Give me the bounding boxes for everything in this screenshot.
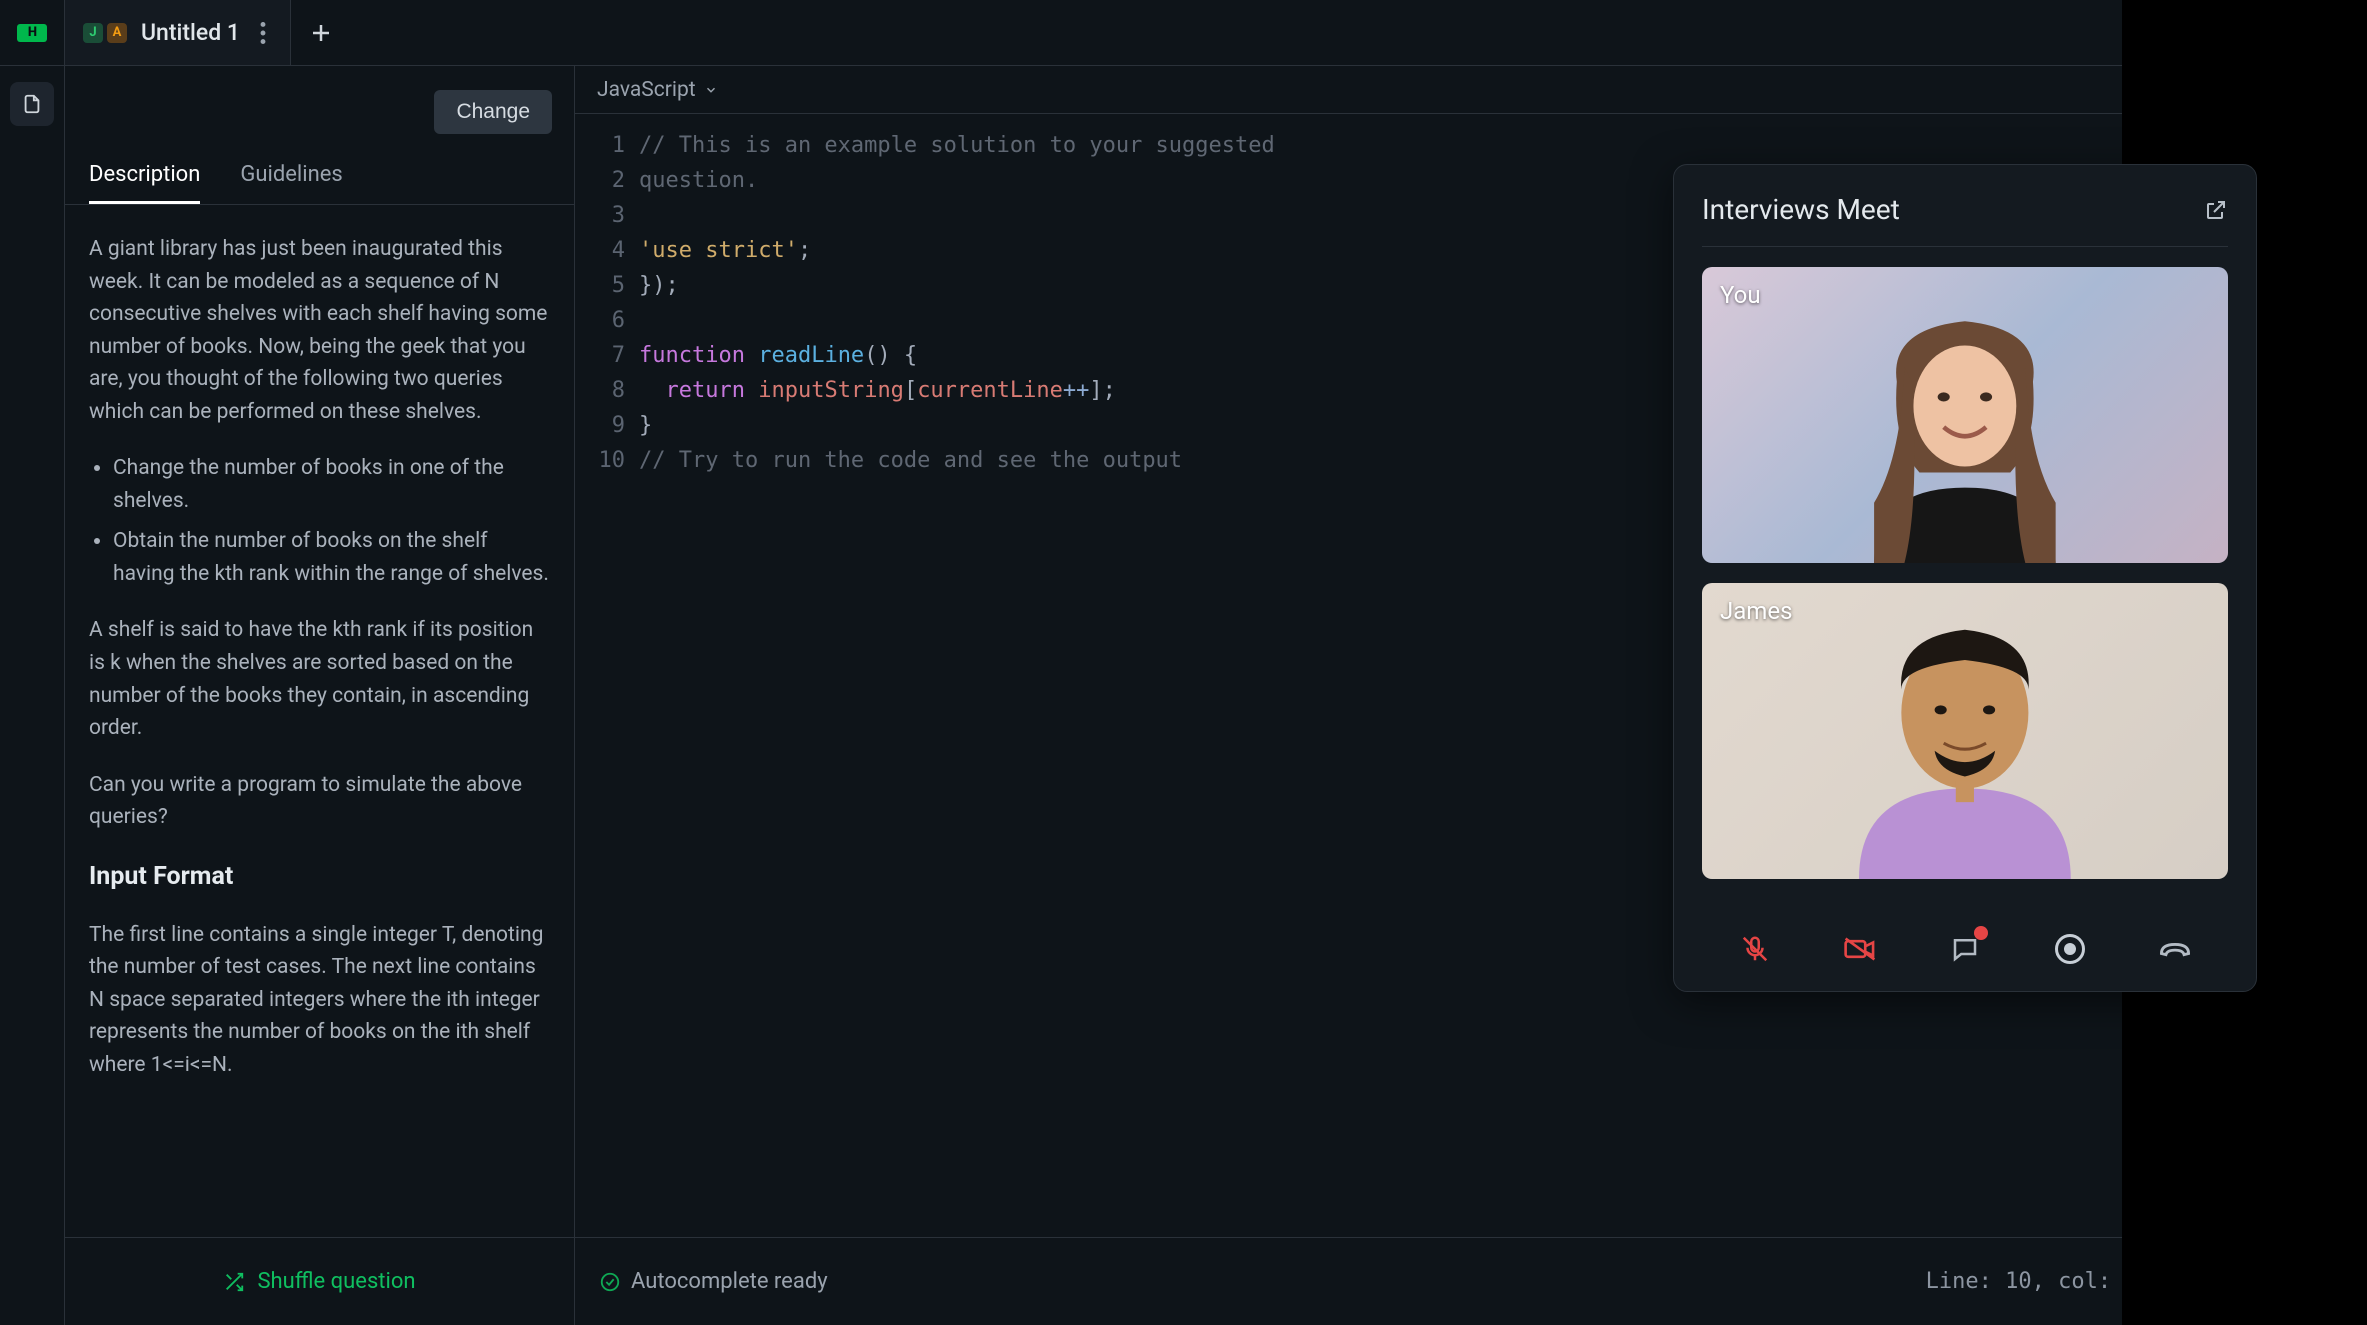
video-tile-you[interactable]: You [1702,267,2228,563]
language-label: JavaScript [597,78,696,102]
tab-title: Untitled 1 [141,19,240,46]
editor-header: JavaScript [575,66,2367,114]
icon-rail [0,66,65,1325]
notification-dot [1974,926,1988,940]
record-icon[interactable] [2050,929,2090,969]
desc-paragraph: A shelf is said to have the kth rank if … [89,614,550,744]
document-icon[interactable] [10,82,54,126]
desc-paragraph: Can you write a program to simulate the … [89,769,550,834]
logo[interactable]: H [0,0,65,65]
avatar-a: A [107,23,127,43]
desc-bullet: Obtain the number of books on the shelf … [113,525,550,590]
tab-guidelines[interactable]: Guidelines [240,162,342,204]
autocomplete-status: Autocomplete ready [599,1269,828,1294]
mic-off-icon[interactable] [1735,929,1775,969]
tab-description[interactable]: Description [89,162,200,204]
left-panel: Change Description Guidelines A giant li… [65,66,575,1325]
top-bar: H J A Untitled 1 [0,0,2367,66]
tab-menu-icon[interactable] [254,16,272,50]
run-placeholder: // Try to run the code and see the outpu… [639,448,1182,473]
editor-footer: Autocomplete ready Line: 10, col: 31 Run… [575,1237,2367,1325]
interviews-meet-panel[interactable]: Interviews Meet You James [1673,164,2257,992]
shuffle-question-button[interactable]: Shuffle question [65,1237,574,1325]
open-external-icon[interactable] [2204,198,2228,222]
person-illustration [1765,607,2165,879]
add-tab-button[interactable] [291,21,351,45]
chevron-down-icon [704,83,718,97]
language-select[interactable]: JavaScript [597,78,718,102]
input-format-heading: Input Format [89,858,550,897]
video-label-you: You [1720,281,1761,309]
chat-icon[interactable] [1945,929,1985,969]
line-col-status: Line: 10, col: 31 [1926,1269,2151,1294]
shuffle-label: Shuffle question [257,1269,415,1294]
logo-badge: H [17,24,47,42]
desc-bullet: Change the number of books in one of the… [113,452,550,517]
change-button[interactable]: Change [434,90,552,134]
line-gutter: 1 2 3 4 5 6 7 8 9 10 [575,128,639,1237]
avatar-group: J A [83,23,127,43]
check-circle-icon [599,1271,621,1293]
hangup-icon[interactable] [2155,929,2195,969]
description-tabs: Description Guidelines [65,134,574,205]
video-tile-james[interactable]: James [1702,583,2228,879]
camera-off-icon[interactable] [1840,929,1880,969]
desc-paragraph: The first line contains a single integer… [89,919,550,1082]
description-body: A giant library has just been inaugurate… [65,205,574,1237]
meet-controls [1702,899,2228,969]
file-tab[interactable]: J A Untitled 1 [65,0,291,65]
video-label-james: James [1720,597,1792,625]
avatar-j: J [83,23,103,43]
desc-paragraph: A giant library has just been inaugurate… [89,233,550,428]
person-illustration [1765,291,2165,563]
meet-title: Interviews Meet [1702,193,1900,226]
